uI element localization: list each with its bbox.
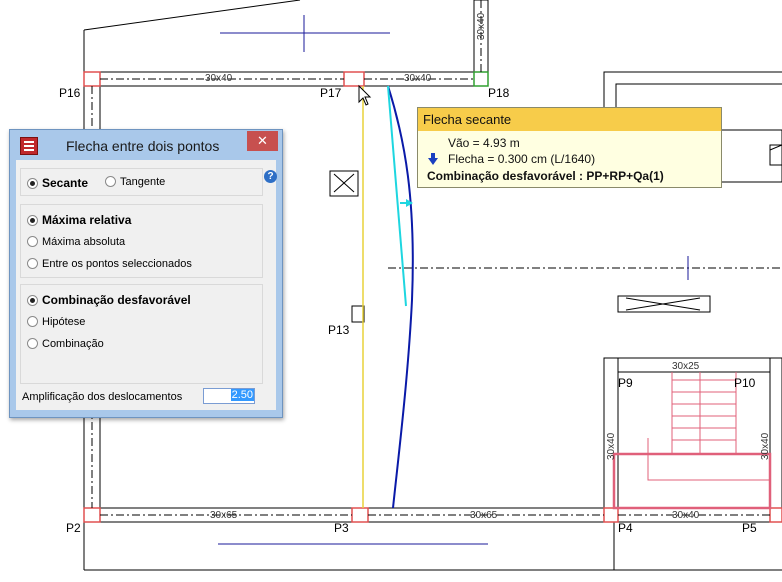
combination-group: Combinação desfavorável Hipótese Combina… (20, 284, 263, 384)
beam-label: 30x40 (760, 432, 771, 460)
amplification-label: Amplificação dos deslocamentos (22, 391, 183, 403)
deflection-dialog: Flecha entre dois pontos ✕ ? Secante Tan… (9, 129, 283, 418)
close-button[interactable]: ✕ (247, 131, 278, 151)
stair (612, 372, 772, 510)
mouse-cursor (358, 84, 372, 106)
radio-tangente[interactable]: Tangente (105, 176, 165, 188)
pillar-label: P13 (328, 323, 350, 337)
radio-maxima-relativa[interactable]: Máxima relativa (27, 213, 131, 227)
amplification-input[interactable]: 2.50 (203, 388, 255, 404)
beam-label: 30x25 (672, 361, 700, 372)
pillar-label: P18 (488, 86, 510, 100)
radio-button[interactable] (27, 178, 38, 189)
radio-combinacao[interactable]: Combinação (27, 338, 104, 350)
beam-label: 30x40 (606, 432, 617, 460)
dialog-title: Flecha entre dois pontos (66, 138, 220, 154)
tooltip-header: Flecha secante (418, 108, 721, 131)
tooltip-deflection: Flecha = 0.300 cm (L/1640) (448, 152, 596, 166)
down-arrow-icon (428, 153, 438, 165)
beam-label: 30x40 (476, 12, 487, 40)
beam-label: 30x65 (210, 510, 238, 521)
dialog-body: ? Secante Tangente Máxima relativa Máxim… (16, 160, 277, 410)
beam-label: 30x40 (404, 73, 432, 84)
pillar-label: P2 (66, 521, 81, 535)
type-group: Máxima relativa Máxima absoluta Entre os… (20, 204, 263, 278)
app-icon (20, 137, 38, 155)
radio-button[interactable] (105, 176, 116, 187)
deflection-tooltip: Flecha secante Vão = 4.93 m Flecha = 0.3… (417, 107, 722, 188)
pillar-label: P16 (59, 86, 81, 100)
mode-group: Secante Tangente (20, 168, 263, 196)
radio-button[interactable] (27, 236, 38, 247)
tooltip-combination: Combinação desfavorável : PP+RP+Qa(1) (427, 169, 664, 183)
radio-button[interactable] (27, 258, 38, 269)
pillar-label: P5 (742, 521, 757, 535)
tooltip-title: Flecha secante (423, 112, 512, 127)
pillar-label: P4 (618, 521, 633, 535)
amplification-value: 2.50 (230, 389, 254, 401)
radio-combinacao-desfavoravel[interactable]: Combinação desfavorável (27, 293, 191, 307)
radio-secante[interactable]: Secante (27, 176, 88, 190)
pillar-label: P17 (320, 86, 342, 100)
radio-button[interactable] (27, 316, 38, 327)
radio-entre-pontos[interactable]: Entre os pontos seleccionados (27, 258, 192, 270)
pillar-label: P3 (334, 521, 349, 535)
beam-label: 30x65 (470, 510, 498, 521)
dialog-titlebar[interactable]: Flecha entre dois pontos ✕ (10, 130, 282, 160)
deflection-curve[interactable] (387, 85, 414, 509)
radio-button[interactable] (27, 338, 38, 349)
pillar-label: P9 (618, 376, 633, 390)
help-icon[interactable]: ? (264, 170, 277, 183)
radio-button[interactable] (27, 215, 38, 226)
tooltip-span: Vão = 4.93 m (448, 136, 520, 150)
beam-label: 30x40 (205, 73, 233, 84)
radio-hipotese[interactable]: Hipótese (27, 316, 85, 328)
beam-label: 30x40 (672, 510, 700, 521)
pillar-label: P10 (734, 376, 756, 390)
radio-maxima-absoluta[interactable]: Máxima absoluta (27, 236, 125, 248)
radio-button[interactable] (27, 295, 38, 306)
